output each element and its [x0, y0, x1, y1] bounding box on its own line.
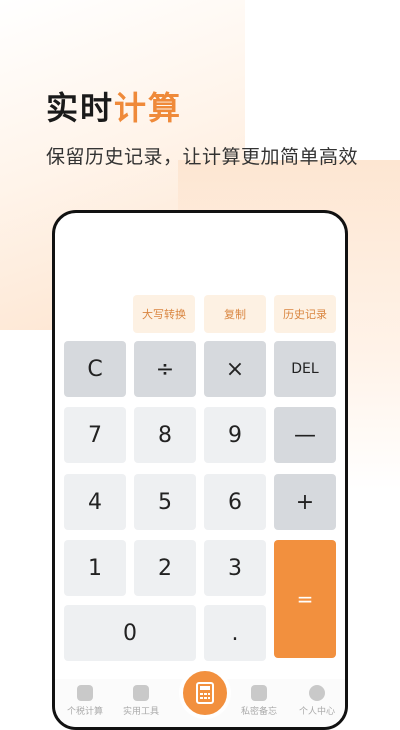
- nav-tax[interactable]: 个税计算: [57, 685, 113, 717]
- key-delete[interactable]: DEL: [274, 341, 336, 397]
- nav-tax-label: 个税计算: [66, 707, 103, 717]
- subheadline: 保留历史记录，让计算更加简单高效: [46, 146, 359, 168]
- calculator-nav-button[interactable]: [179, 667, 231, 719]
- key-6[interactable]: 6: [204, 474, 266, 530]
- key-2[interactable]: 2: [134, 540, 196, 596]
- nav-tools[interactable]: 实用工具: [113, 685, 169, 717]
- key-0[interactable]: 0: [64, 605, 196, 661]
- uppercase-convert-button[interactable]: 大写转换: [133, 295, 195, 333]
- phone-frame: 大写转换 复制 历史记录 C ÷ × DEL 7 8 9 — 4 5 6 + 1…: [52, 210, 348, 730]
- nav-notes[interactable]: 私密备忘: [231, 685, 287, 717]
- history-button[interactable]: 历史记录: [274, 295, 336, 333]
- notes-icon: [251, 685, 267, 701]
- key-multiply[interactable]: ×: [204, 341, 266, 397]
- key-9[interactable]: 9: [204, 407, 266, 463]
- key-5[interactable]: 5: [134, 474, 196, 530]
- nav-profile[interactable]: 个人中心: [289, 685, 345, 717]
- key-4[interactable]: 4: [64, 474, 126, 530]
- headline-part1: 实时: [46, 89, 115, 127]
- key-1[interactable]: 1: [64, 540, 126, 596]
- copy-button[interactable]: 复制: [204, 295, 266, 333]
- key-clear[interactable]: C: [64, 341, 126, 397]
- key-dot[interactable]: .: [204, 605, 266, 661]
- key-7[interactable]: 7: [64, 407, 126, 463]
- nav-notes-label: 私密备忘: [240, 707, 277, 717]
- tools-grid-icon: [133, 685, 149, 701]
- key-8[interactable]: 8: [134, 407, 196, 463]
- bottom-navigation: 个税计算 实用工具 私密备忘 个人中心: [55, 667, 345, 727]
- calculator-icon: [196, 682, 214, 704]
- key-3[interactable]: 3: [204, 540, 266, 596]
- headline: 实时计算: [46, 86, 182, 130]
- key-equals[interactable]: =: [274, 540, 336, 658]
- tax-calculator-icon: [77, 685, 93, 701]
- nav-profile-label: 个人中心: [298, 707, 335, 717]
- key-minus[interactable]: —: [274, 407, 336, 463]
- headline-part2-accent: 计算: [114, 89, 183, 127]
- key-plus[interactable]: +: [274, 474, 336, 530]
- user-icon: [309, 685, 325, 701]
- nav-tools-label: 实用工具: [122, 707, 159, 717]
- key-divide[interactable]: ÷: [134, 341, 196, 397]
